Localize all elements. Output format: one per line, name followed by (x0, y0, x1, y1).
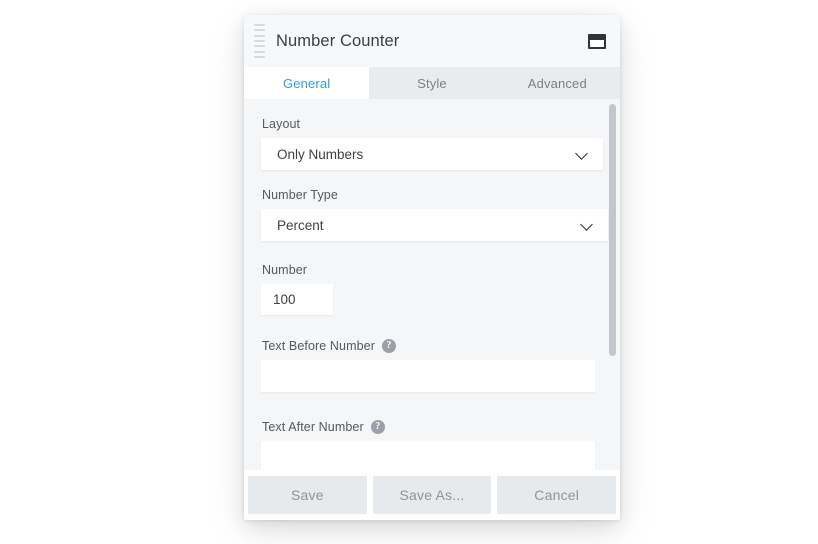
window-icon[interactable] (588, 33, 606, 49)
panel-titlebar: Number Counter (244, 15, 620, 67)
text-before-number-label: Text Before Number ? (244, 339, 620, 360)
tab-general-label: General (283, 75, 331, 91)
number-type-field: Percent (261, 209, 608, 241)
layout-select-value: Only Numbers (277, 146, 364, 162)
number-type-select[interactable]: Percent (261, 209, 608, 241)
number-type-select-value: Percent (277, 217, 324, 233)
tab-bar: General Style Advanced (244, 67, 620, 99)
layout-field: Only Numbers (261, 138, 603, 170)
tab-general[interactable]: General (244, 67, 370, 99)
drag-handle-icon[interactable] (254, 24, 268, 58)
layout-label-text: Layout (262, 117, 301, 131)
tab-advanced-label: Advanced (527, 75, 587, 91)
text-after-number-input[interactable] (261, 441, 595, 470)
tab-advanced[interactable]: Advanced (495, 67, 620, 99)
number-input[interactable] (261, 284, 333, 315)
settings-scroll-region: Layout Only Numbers Number Type Percent (244, 99, 620, 470)
panel-title: Number Counter (276, 31, 400, 50)
save-as-button[interactable]: Save As... (372, 476, 492, 514)
chevron-down-icon (580, 218, 593, 231)
save-button[interactable]: Save (248, 476, 367, 514)
tab-style[interactable]: Style (369, 67, 494, 99)
number-type-label: Number Type (244, 188, 620, 209)
vertical-scrollbar[interactable] (608, 99, 616, 470)
number-counter-settings-panel: Number Counter General Style Advanced La… (244, 15, 620, 520)
text-before-number-input[interactable] (261, 360, 595, 392)
cancel-button[interactable]: Cancel (497, 476, 617, 514)
text-after-number-label: Text After Number ? (244, 420, 620, 441)
chevron-down-icon (575, 147, 588, 160)
scrollbar-thumb[interactable] (609, 104, 616, 356)
help-icon[interactable]: ? (381, 339, 396, 353)
layout-select[interactable]: Only Numbers (261, 138, 603, 170)
panel-footer: Save Save As... Cancel (244, 470, 620, 520)
help-icon[interactable]: ? (370, 420, 385, 434)
text-before-number-label-text: Text Before Number (262, 339, 375, 353)
tab-style-label: Style (417, 75, 447, 91)
number-label: Number (244, 263, 620, 284)
settings-form: Layout Only Numbers Number Type Percent (244, 99, 620, 470)
text-after-number-label-text: Text After Number (262, 420, 364, 434)
number-label-text: Number (262, 263, 308, 277)
number-type-label-text: Number Type (262, 188, 338, 202)
screen: Number Counter General Style Advanced La… (0, 0, 818, 544)
layout-label: Layout (244, 117, 620, 138)
